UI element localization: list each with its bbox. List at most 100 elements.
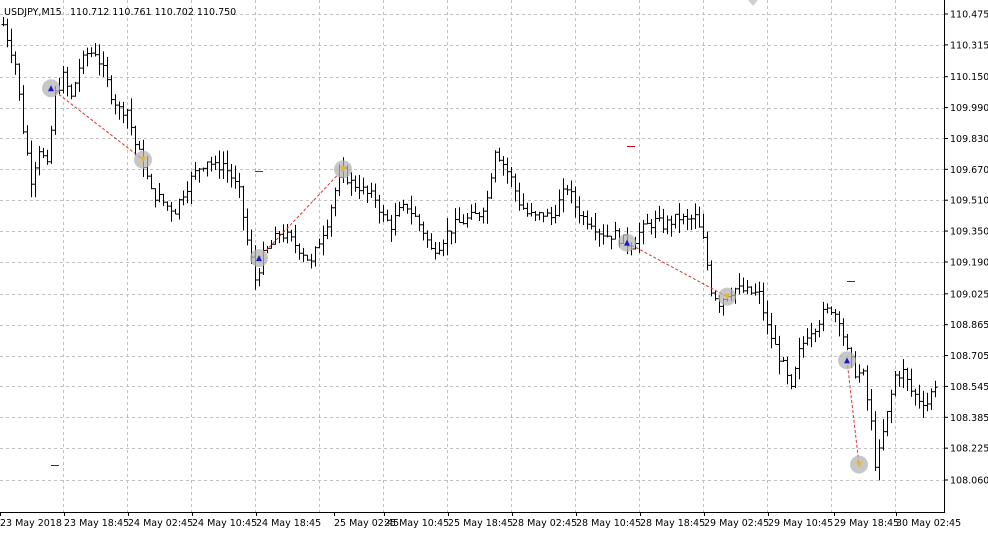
ohlc-bar <box>109 75 114 105</box>
ohlc-bar <box>369 182 374 198</box>
ohlc-bar <box>97 44 102 76</box>
ohlc-bar <box>425 230 430 248</box>
ohlc-bar <box>129 98 134 136</box>
ohlc-bar <box>933 380 938 398</box>
time-tick-label: 28 May 10:45 <box>576 518 641 529</box>
chart-window[interactable]: 110.475 110.315 110.150 109.990 109.830 109.6… <box>0 0 988 536</box>
price-tick-label: 108.225 <box>950 444 988 455</box>
ohlc-bar <box>901 359 906 388</box>
trade-connector <box>50 87 144 161</box>
ohlc-bar <box>565 184 570 196</box>
ohlc-bar <box>673 213 678 229</box>
price-tick-label: 108.865 <box>950 320 988 331</box>
price-tick-label: 110.150 <box>950 72 988 83</box>
ohlc-bar <box>305 254 310 261</box>
symbol-timeframe-label: USDJPY,M15 <box>4 7 62 18</box>
ohlc-bar <box>181 190 186 206</box>
ohlc-bar <box>281 224 286 243</box>
ohlc-bar <box>861 368 866 376</box>
ohlc-bar <box>917 384 922 409</box>
ohlc-bar <box>825 303 830 314</box>
ohlc-bar <box>317 238 322 249</box>
ohlc-bar <box>897 370 902 387</box>
ohlc-bar <box>13 51 18 75</box>
ohlc-bar <box>285 224 290 244</box>
trade-history-line[interactable] <box>250 160 352 268</box>
ohlc-bar <box>481 207 486 224</box>
price-tick-label: 108.060 <box>950 476 988 487</box>
ohlc-bar <box>65 66 70 97</box>
time-axis[interactable]: 23 May 2018 23 May 18:4524 May 02:4524 Ma… <box>0 512 961 529</box>
ohlc-bar <box>401 199 406 211</box>
ohlc-bar <box>657 205 662 222</box>
ohlc-bar <box>493 150 498 183</box>
ohlc-bar <box>757 281 762 304</box>
ohlc-bar <box>593 212 598 241</box>
ohlc-bar <box>361 177 366 195</box>
ohlc-bar <box>741 277 746 293</box>
price-tick-label: 108.385 <box>950 413 988 424</box>
ohlc-bar <box>585 210 590 230</box>
ohlc-bar <box>309 253 314 269</box>
ohlc-bar <box>681 213 686 225</box>
ohlc-bar <box>601 224 606 245</box>
price-tick-label: 108.545 <box>950 382 988 393</box>
ohlc-bar <box>689 214 694 231</box>
ohlc-bar <box>197 167 202 183</box>
ohlc-bar <box>833 308 838 323</box>
ohlc-bar <box>845 334 850 351</box>
ohlc-bar <box>613 221 618 240</box>
ohlc-bar <box>161 193 166 206</box>
ohlc-bar <box>885 410 890 437</box>
ohlc-bar <box>889 389 894 424</box>
ohlc-bar <box>405 203 410 214</box>
ohlc-bar <box>173 208 178 215</box>
time-tick-label: 25 May 18:45 <box>448 518 513 529</box>
ohlc-bar <box>77 58 82 92</box>
ohlc-bar <box>153 188 158 208</box>
ohlc-bar <box>705 231 710 271</box>
ohlc-bar <box>21 85 26 135</box>
ohlc-bar <box>473 202 478 215</box>
ohlc-bar <box>45 149 50 165</box>
ohlc-bar <box>149 173 154 190</box>
scroll-shift-marker-icon[interactable] <box>748 0 758 6</box>
ohlc-bar <box>929 388 934 410</box>
ohlc-bar <box>81 50 86 74</box>
time-tick-label: 24 May 18:45 <box>256 518 321 529</box>
trade-history-line[interactable] <box>42 79 152 169</box>
ohlc-bar <box>25 125 30 156</box>
ohlc-bar <box>393 203 398 236</box>
ohlc-bar <box>801 336 806 358</box>
time-tick-label: 30 May 02:45 <box>896 518 961 529</box>
price-tick-label: 109.990 <box>950 103 988 114</box>
ohlc-bar <box>377 194 382 224</box>
ohlc-bar <box>893 371 898 397</box>
ohlc-bar <box>269 240 274 249</box>
ohlc-bar <box>649 218 654 235</box>
time-tick-label: 29 May 18:45 <box>834 518 899 529</box>
ohlc-bar <box>213 155 218 170</box>
ohlc-bar <box>709 260 714 297</box>
ohlc-bar <box>521 193 526 210</box>
ohlc-bar <box>869 389 874 431</box>
ohlc-bar <box>561 178 566 213</box>
ohlc-bar <box>841 318 846 346</box>
ohlc-bar <box>117 101 122 120</box>
chart-frame <box>0 0 945 513</box>
ohlc-bar <box>5 18 10 48</box>
ohlc-bar <box>589 217 594 230</box>
ohlc-bar <box>761 282 766 321</box>
time-tick-label: 24 May 10:45 <box>192 518 257 529</box>
ohlc-bar <box>817 320 822 338</box>
ohlc-bar <box>513 173 518 202</box>
ohlc-bar <box>517 182 522 211</box>
price-chart[interactable]: 110.475 110.315 110.150 109.990 109.830 109.6… <box>0 0 988 536</box>
price-axis[interactable]: 110.475 110.315 110.150 109.990 109.830 109.6… <box>944 10 988 487</box>
ohlc-bar <box>465 212 470 228</box>
trade-history-line[interactable] <box>618 233 736 306</box>
ohlc-bar <box>677 203 682 234</box>
time-tick-label: 23 May 18:45 <box>64 518 129 529</box>
ohlc-bar <box>661 208 666 234</box>
ohlc-bar <box>497 147 502 162</box>
